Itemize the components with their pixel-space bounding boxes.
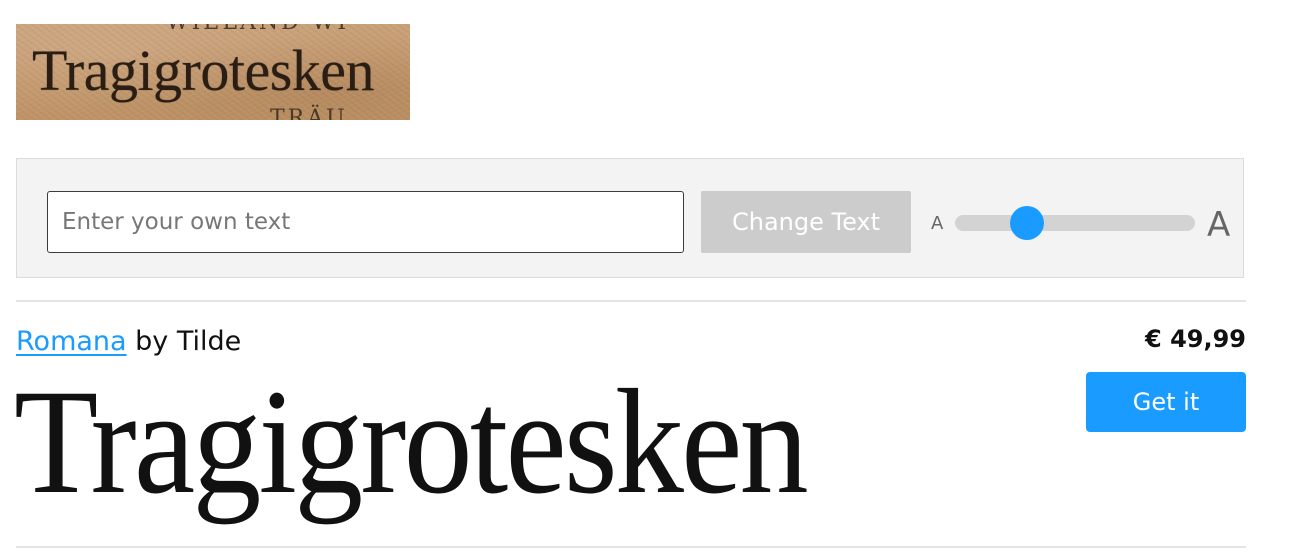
divider xyxy=(16,300,1246,302)
sample-image-top-text: WIELAND WI xyxy=(166,24,349,35)
get-it-button[interactable]: Get it xyxy=(1086,372,1246,432)
sample-image-bottom-text: TRÄU xyxy=(270,106,348,120)
change-text-button[interactable]: Change Text xyxy=(701,191,911,253)
font-sample-page: WIELAND WI Tragigrotesken TRÄU Change Te… xyxy=(0,0,1296,552)
size-large-label: A xyxy=(1207,205,1231,245)
sample-image: WIELAND WI Tragigrotesken TRÄU xyxy=(16,24,410,120)
size-small-label: A xyxy=(931,213,944,234)
custom-text-input[interactable] xyxy=(47,191,684,253)
font-size-slider-thumb[interactable] xyxy=(1010,206,1044,240)
sample-image-word: Tragigrotesken xyxy=(32,38,375,103)
text-preview-controls: Change Text A A xyxy=(16,158,1244,278)
font-price: € 49,99 xyxy=(1145,325,1246,353)
font-preview-text: Tragigrotesken xyxy=(14,359,809,525)
font-size-slider[interactable] xyxy=(955,206,1195,240)
divider xyxy=(16,546,1246,548)
